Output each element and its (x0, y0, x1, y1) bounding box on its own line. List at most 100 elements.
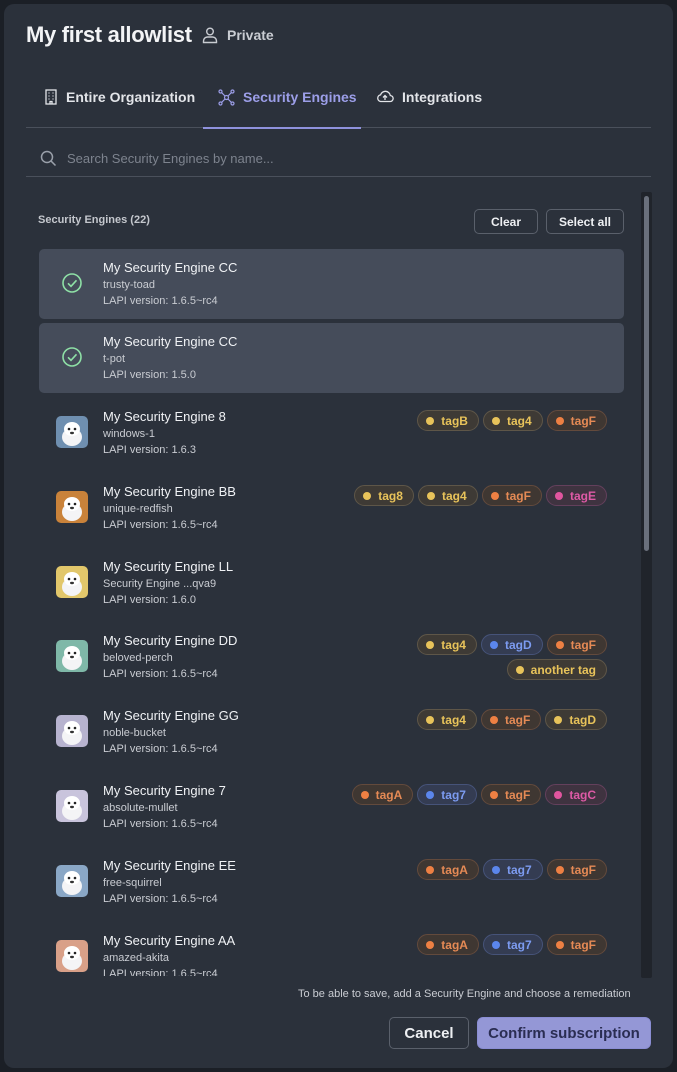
engine-lapi-version: LAPI version: 1.6.5~rc4 (103, 668, 218, 680)
tag-label: tagC (569, 787, 596, 802)
engine-tags: tagA tag7 tagF (347, 934, 607, 955)
engine-row[interactable]: My Security Engine CC trusty-toad LAPI ver… (39, 249, 624, 319)
tag-dot-icon (489, 640, 498, 649)
tag-dot-icon (426, 416, 435, 425)
tag-label: tagD (504, 637, 532, 652)
engine-row[interactable]: My Security Engine GG noble-bucket LAPI ve… (39, 697, 624, 767)
tag-badge: tag4 (417, 709, 477, 730)
engine-lapi-version: LAPI version: 1.6.0 (103, 594, 196, 606)
privacy-indicator: Private (201, 26, 274, 44)
tag-dot-icon (426, 715, 435, 724)
tag-label: tag4 (441, 712, 466, 727)
engine-machine-name: trusty-toad (103, 279, 155, 291)
tab-security-engines[interactable]: Security Engines (203, 78, 361, 129)
privacy-label: Private (227, 27, 274, 43)
engine-tags: tagB tag4 tagF (347, 410, 607, 431)
engine-lapi-version: LAPI version: 1.6.5~rc4 (103, 743, 218, 755)
allowlist-modal: My first allowlist Private Entire Organi… (4, 4, 673, 1068)
engine-machine-name: Security Engine ...qva9 (103, 578, 217, 590)
tag-label: tagF (505, 488, 531, 503)
tag-dot-icon (555, 416, 564, 425)
tag-dot-icon (554, 715, 563, 724)
engine-tags: tagA tag7 tagF (347, 859, 607, 880)
tag-label: tag7 (506, 937, 532, 952)
cancel-button[interactable]: Cancel (389, 1017, 469, 1049)
tag-label: another tag (530, 662, 596, 677)
engine-name: My Security Engine AA (103, 933, 236, 948)
tag-dot-icon (491, 865, 500, 874)
engine-machine-name: amazed-akita (103, 952, 170, 964)
tag-badge: tagA (351, 784, 414, 805)
engine-row[interactable]: My Security Engine 7 absolute-mullet LAPI … (39, 772, 624, 842)
tag-badge: tagE (545, 485, 607, 506)
engine-row[interactable]: My Security Engine EE free-squirrel LAPI v… (39, 847, 624, 917)
engine-machine-name: noble-bucket (103, 727, 166, 739)
tag-label: tag4 (441, 488, 467, 503)
page-title: My first allowlist (26, 22, 192, 47)
engine-row[interactable]: My Security Engine AA amazed-akita LAPI ve… (39, 922, 624, 976)
tag-badge: tagD (480, 634, 543, 655)
engine-row[interactable]: My Security Engine 8 windows-1 LAPI versio… (39, 398, 624, 468)
confirm-subscription-button[interactable]: Confirm subscription (477, 1017, 651, 1049)
tab-label: Integrations (402, 89, 483, 105)
tag-badge: tagF (546, 859, 607, 880)
tag-dot-icon (515, 665, 524, 674)
engine-name: My Security Engine EE (103, 858, 236, 873)
engine-avatar (56, 491, 88, 523)
tag-label: tag4 (506, 413, 532, 428)
tag-badge: another tag (506, 659, 607, 680)
tag-dot-icon (426, 940, 435, 949)
tag-label: tagF (570, 937, 596, 952)
engine-name: My Security Engine 7 (103, 783, 226, 798)
scrollbar-thumb[interactable] (644, 196, 649, 551)
tab-integrations[interactable]: Integrations (376, 78, 482, 128)
tag-dot-icon (555, 940, 564, 949)
select-all-button[interactable]: Select all (546, 209, 624, 234)
list-scrollbar[interactable] (641, 192, 652, 978)
engine-lapi-version: LAPI version: 1.6.5~rc4 (103, 519, 218, 531)
tag-dot-icon (490, 491, 499, 500)
tag-badge: tag8 (354, 485, 414, 506)
engine-avatar (56, 640, 88, 672)
tag-badge: tag7 (482, 859, 543, 880)
engine-machine-name: windows-1 (103, 428, 155, 440)
engines-count: Security Engines (22) (38, 214, 150, 226)
clear-button[interactable]: Clear (474, 209, 538, 234)
tag-dot-icon (489, 715, 498, 724)
tag-label: tagF (570, 637, 596, 652)
tag-dot-icon (491, 940, 500, 949)
tag-badge: tagF (546, 934, 607, 955)
tag-dot-icon (554, 790, 563, 799)
engine-avatar (56, 940, 88, 972)
search-input[interactable] (67, 151, 627, 166)
tab-label: Entire Organization (66, 89, 196, 105)
tag-label: tag7 (506, 862, 532, 877)
tag-dot-icon (491, 416, 500, 425)
engine-tags: tag8 tag4 tagF tagE (347, 485, 607, 506)
tag-label: tagE (569, 488, 596, 503)
tag-dot-icon (555, 640, 564, 649)
engine-row[interactable]: My Security Engine BB unique-redfish LAPI … (39, 473, 624, 543)
engine-name: My Security Engine BB (103, 484, 236, 499)
tag-badge: tagB (417, 410, 479, 431)
tag-label: tag4 (441, 637, 466, 652)
engine-row[interactable]: My Security Engine DD beloved-perch LAPI v… (39, 622, 624, 692)
engine-machine-name: absolute-mullet (103, 802, 178, 814)
engine-row[interactable]: My Security Engine CC t-pot LAPI version: … (39, 323, 624, 393)
engine-lapi-version: LAPI version: 1.6.3 (103, 444, 196, 456)
tag-badge: tag7 (482, 934, 543, 955)
tag-badge: tag4 (482, 410, 543, 431)
tag-dot-icon (489, 790, 498, 799)
engine-name: My Security Engine LL (103, 559, 234, 574)
engine-tags: tag4 tagD tagF another tag (347, 634, 607, 680)
tag-label: tagA (441, 937, 468, 952)
tag-badge: tagF (480, 709, 542, 730)
tag-label: tagF (504, 712, 531, 727)
engine-row[interactable]: My Security Engine LL Security Engine ...… (39, 548, 624, 618)
tag-label: tagF (570, 413, 596, 428)
security-engines-list: Security Engines (22) Clear Select all M… (26, 190, 651, 976)
tab-entire-organization[interactable]: Entire Organization (44, 78, 195, 128)
building-icon (45, 89, 57, 105)
engine-machine-name: free-squirrel (103, 877, 162, 889)
engine-avatar (56, 566, 88, 598)
